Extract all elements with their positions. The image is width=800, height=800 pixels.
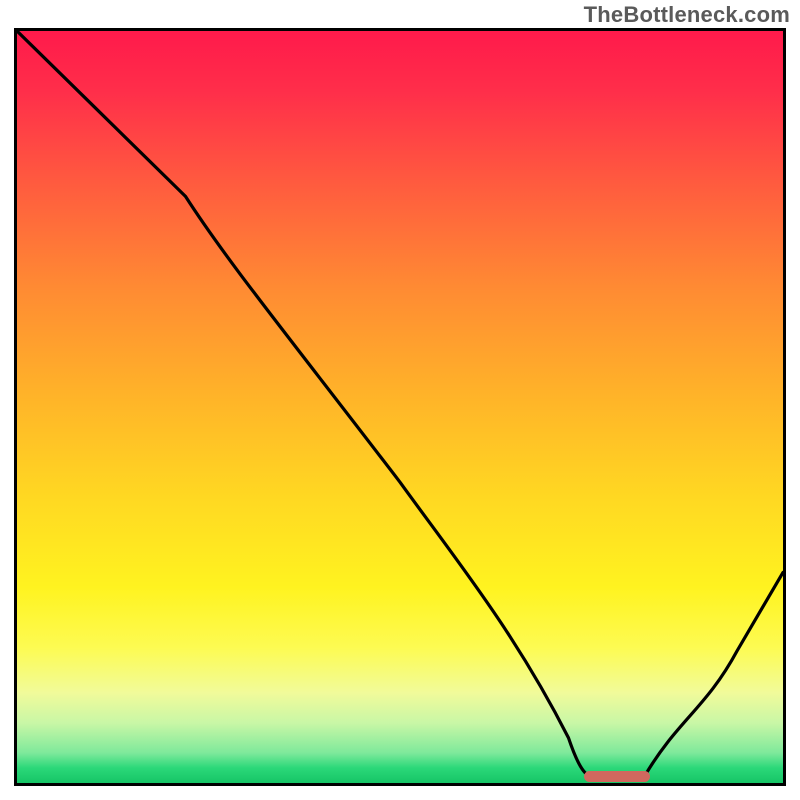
bottleneck-curve [17,31,783,779]
watermark-text: TheBottleneck.com [584,2,790,28]
chart-container: TheBottleneck.com [0,0,800,800]
plot-svg [17,31,783,783]
plot-frame [14,28,786,786]
optimal-zone-marker [584,771,650,782]
